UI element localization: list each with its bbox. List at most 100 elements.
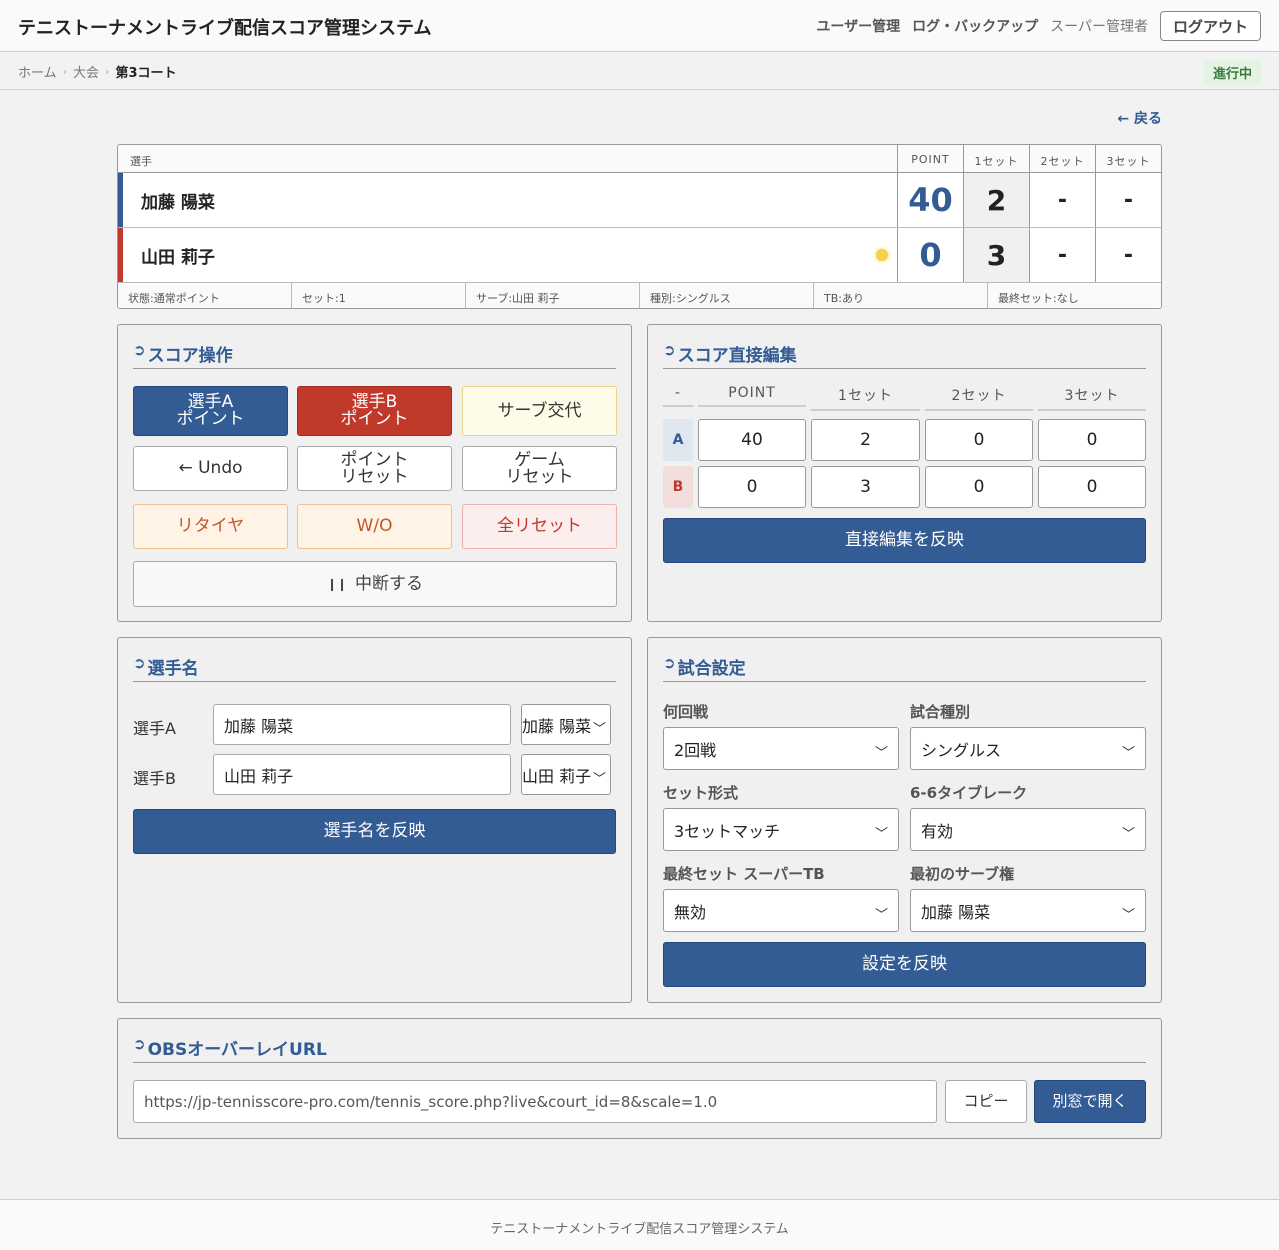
player-b-set3: - [1095,228,1161,282]
direct-edit-heading: ➲ スコア直接編集 [663,341,1146,369]
info-state: 状態:通常ポイント [128,292,220,305]
point-reset-line1: ポイント [340,449,409,470]
edit-b-point-input[interactable]: 0 [698,466,806,508]
player-a-name-input[interactable]: 加藤 陽菜 [213,704,511,745]
apply-direct-edit-button[interactable]: 直接編集を反映 [663,518,1146,563]
app-title: テニストーナメントライブ配信スコア管理システム [18,18,432,39]
final-set-tb-label: 最終セット スーパーTB [663,865,825,883]
set-format-select[interactable]: 3セットマッチ ﹀ [663,808,899,851]
edit-b-set2-input[interactable]: 0 [925,466,1033,508]
all-reset-button[interactable]: 全リセット [462,504,617,549]
serve-indicator-icon [876,249,888,261]
player-a-point: 40 [897,173,963,227]
obs-url-input[interactable]: https://jp-tennisscore-pro.com/tennis_sc… [133,1080,937,1123]
match-type-select[interactable]: シングルス ﹀ [910,727,1146,770]
point-a-line2: ポイント [176,409,245,429]
player-b-set1: 3 [963,228,1029,282]
nav-log-backup[interactable]: ログ・バックアップ [912,16,1038,36]
col-set2: 2セット [1029,145,1095,172]
match-settings-title: 試合設定 [677,659,746,679]
walkover-button[interactable]: W/O [297,504,452,549]
serve-change-button[interactable]: サーブ交代 [462,386,617,436]
scoreboard-row-b: 山田 莉子 0 3 - - [118,228,1161,283]
chevron-circle-icon: ➲ [663,654,676,672]
edit-a-set1-input[interactable]: 2 [811,419,920,461]
point-b-button[interactable]: 選手B ポイント [297,386,452,436]
open-window-button[interactable]: 別窓で開く [1034,1080,1146,1123]
player-b-name-input[interactable]: 山田 莉子 [213,754,511,795]
player-a-label: 選手A [133,719,176,738]
apply-player-names-button[interactable]: 選手名を反映 [133,809,616,854]
player-b-point: 0 [897,228,963,282]
first-serve-select[interactable]: 加藤 陽菜 ﹀ [910,889,1146,932]
match-type-select-value: シングルス [921,740,1002,760]
game-reset-line2: リセット [505,466,574,487]
player-a-name: 加藤 陽菜 [118,173,897,227]
tiebreak-select[interactable]: 有効 ﹀ [910,808,1146,851]
scoreboard-footer: 状態:通常ポイント セット:1 サーブ:山田 莉子 種別:シングルス TB:あり… [118,283,1161,308]
edit-b-set3-input[interactable]: 0 [1038,466,1146,508]
edit-col-set1: 1セット [811,385,920,411]
apply-settings-button[interactable]: 設定を反映 [663,942,1146,987]
round-select-value: 2回戦 [674,740,717,760]
breadcrumb-home[interactable]: ホーム [18,62,57,81]
suspend-button[interactable]: ❙❙ 中断する [133,561,617,607]
breadcrumb-tournament[interactable]: 大会 [73,62,99,81]
first-serve-label: 最初のサーブ権 [910,865,1015,883]
player-b-select-value: 山田 莉子 [522,766,592,786]
player-a-select-value: 加藤 陽菜 [522,716,592,736]
edit-b-set1-input[interactable]: 3 [811,466,920,508]
user-role: スーパー管理者 [1050,19,1148,35]
chevron-circle-icon: ➲ [663,341,676,359]
col-point: POINT [897,145,963,172]
final-set-tb-select-value: 無効 [674,902,707,922]
edit-a-set3-input[interactable]: 0 [1038,419,1146,461]
point-reset-button[interactable]: ポイント リセット [297,446,452,491]
chevron-circle-icon: ➲ [133,1035,146,1053]
info-serve: サーブ:山田 莉子 [465,283,639,308]
match-type-label: 試合種別 [910,703,971,721]
logout-button[interactable]: ログアウト [1159,11,1261,41]
breadcrumb-bar: ホーム › 大会 › 第3コート 進行中 [0,52,1279,90]
player-b-select[interactable]: 山田 莉子 ﹀ [521,754,611,795]
status-badge: 進行中 [1203,60,1261,85]
point-b-line2: ポイント [340,409,409,429]
player-names-title: 選手名 [147,659,199,679]
chevron-down-icon: ﹀ [592,771,606,787]
info-tb: TB:あり [813,283,987,308]
info-final-set: 最終セット:なし [987,283,1161,308]
top-bar: テニストーナメントライブ配信スコア管理システム ユーザー管理 ログ・バックアップ… [0,0,1279,52]
point-a-button[interactable]: 選手A ポイント [133,386,288,436]
round-label: 何回戦 [663,703,709,721]
obs-heading: ➲ OBSオーバーレイURL [133,1035,1146,1063]
set-format-label: セット形式 [663,784,739,802]
nav-user-management[interactable]: ユーザー管理 [816,16,900,36]
player-a-set3: - [1095,173,1161,227]
breadcrumb-current: 第3コート [115,66,177,81]
info-set: セット:1 [291,283,465,308]
game-reset-button[interactable]: ゲーム リセット [462,446,617,491]
breadcrumb: ホーム › 大会 › 第3コート [18,62,177,81]
edit-col-set2: 2セット [925,385,1033,411]
round-select[interactable]: 2回戦 ﹀ [663,727,899,770]
chevron-down-icon: ﹀ [874,826,888,842]
copy-button[interactable]: コピー [945,1080,1027,1123]
player-b-name: 山田 莉子 [118,228,897,282]
final-set-tb-select[interactable]: 無効 ﹀ [663,889,899,932]
edit-a-point-input[interactable]: 40 [698,419,806,461]
chevron-down-icon: ﹀ [1121,907,1135,923]
scoreboard-row-a: 加藤 陽菜 40 2 - - [118,173,1161,228]
undo-button[interactable]: ← Undo [133,446,288,491]
chevron-circle-icon: ➲ [133,654,146,672]
edit-col-point: POINT [698,385,806,407]
edit-col-set3: 3セット [1038,385,1146,411]
scoreboard: 選手 POINT 1セット 2セット 3セット 加藤 陽菜 40 2 - - 山… [117,144,1162,309]
retire-button[interactable]: リタイヤ [133,504,288,549]
match-settings-heading: ➲ 試合設定 [663,654,1146,682]
player-a-select[interactable]: 加藤 陽菜 ﹀ [521,704,611,745]
chevron-down-icon: ﹀ [1121,745,1135,761]
edit-a-set2-input[interactable]: 0 [925,419,1033,461]
game-reset-line1: ゲーム [514,449,565,470]
chevron-down-icon: ﹀ [874,907,888,923]
back-link[interactable]: ← 戻る [1117,108,1162,128]
